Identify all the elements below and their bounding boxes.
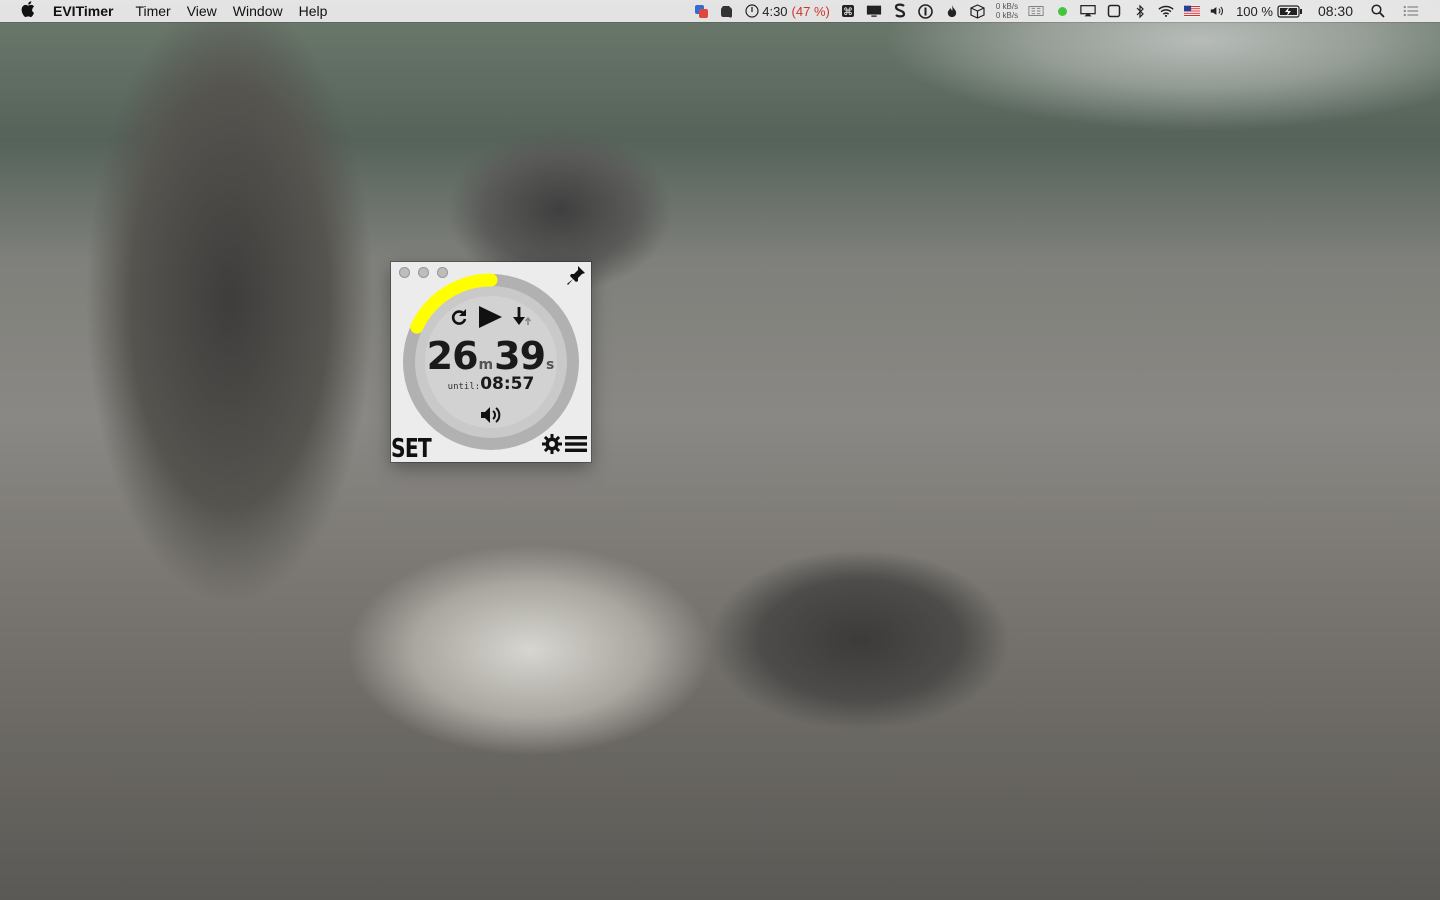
- bluetooth-icon[interactable]: [1132, 3, 1148, 19]
- zoom-button[interactable]: [437, 267, 448, 278]
- close-button[interactable]: [399, 267, 410, 278]
- window-controls: [399, 267, 448, 278]
- wifi-icon[interactable]: [1158, 3, 1174, 19]
- box-icon[interactable]: [970, 3, 986, 19]
- battery-level: 100 %: [1236, 3, 1273, 19]
- remaining-time: 26m39s: [391, 334, 591, 378]
- until-row: until:08:57: [391, 374, 591, 394]
- until-label: until:: [447, 382, 481, 392]
- display-icon[interactable]: [866, 3, 882, 19]
- onepassword-icon[interactable]: [918, 3, 934, 19]
- until-time: 08:57: [480, 374, 535, 394]
- command-icon[interactable]: ⌘: [840, 3, 856, 19]
- apple-icon[interactable]: [19, 1, 37, 21]
- play-icon[interactable]: [477, 305, 503, 329]
- seconds-unit: s: [546, 357, 555, 373]
- battery-status[interactable]: 100 %: [1236, 0, 1303, 22]
- menu-app-name[interactable]: EVITimer: [53, 0, 121, 22]
- settings-menu-button[interactable]: [541, 433, 588, 460]
- airplay-icon[interactable]: [1080, 3, 1096, 19]
- minutes-value: 26: [426, 334, 479, 378]
- minimize-button[interactable]: [418, 267, 429, 278]
- translate-icon[interactable]: [693, 3, 709, 19]
- flame-icon[interactable]: [944, 3, 960, 19]
- menu-bar: EVITimer Timer View Window Help 4:30 (47…: [0, 0, 1440, 22]
- minutes-unit: m: [478, 357, 494, 373]
- memory-meter-icon[interactable]: [1028, 3, 1044, 19]
- seconds-value: 39: [494, 334, 546, 378]
- menu-view[interactable]: View: [179, 0, 225, 22]
- network-speed[interactable]: 0 kB/s 0 kB/s: [996, 0, 1018, 22]
- flag-us-icon[interactable]: [1184, 3, 1201, 19]
- battery-percent: (47 %): [791, 3, 830, 19]
- evernote-icon[interactable]: [719, 3, 735, 19]
- net-up-speed: 0 kB/s: [995, 2, 1019, 11]
- countdown-icon[interactable]: [511, 306, 533, 328]
- status-dot-icon[interactable]: [1054, 3, 1070, 19]
- battery-charging-icon: [1277, 4, 1302, 18]
- svg-text:⌘: ⌘: [843, 7, 853, 18]
- scrivener-icon[interactable]: [892, 3, 908, 19]
- menu-icon: [564, 434, 588, 459]
- menu-timer[interactable]: Timer: [127, 0, 178, 22]
- window-icon[interactable]: [1106, 3, 1122, 19]
- battery-time: 4:30: [762, 3, 788, 19]
- battery-time-status[interactable]: 4:30 (47 %): [745, 0, 830, 22]
- power-icon: [745, 4, 759, 18]
- notification-center-icon[interactable]: [1403, 3, 1419, 19]
- sound-icon[interactable]: [479, 404, 505, 426]
- menu-window[interactable]: Window: [225, 0, 291, 22]
- menu-clock[interactable]: 08:30: [1318, 0, 1353, 22]
- spotlight-search-icon[interactable]: [1370, 3, 1386, 19]
- volume-icon[interactable]: [1210, 3, 1226, 19]
- repeat-icon[interactable]: [449, 307, 469, 327]
- timer-controls: [449, 302, 533, 332]
- net-down-speed: 0 kB/s: [995, 11, 1019, 20]
- menu-help[interactable]: Help: [291, 0, 336, 22]
- evitimer-window[interactable]: 26m39s until:08:57 SET: [391, 262, 591, 462]
- pin-icon[interactable]: [567, 264, 587, 286]
- gear-icon: [541, 433, 563, 460]
- set-button[interactable]: SET: [391, 436, 432, 462]
